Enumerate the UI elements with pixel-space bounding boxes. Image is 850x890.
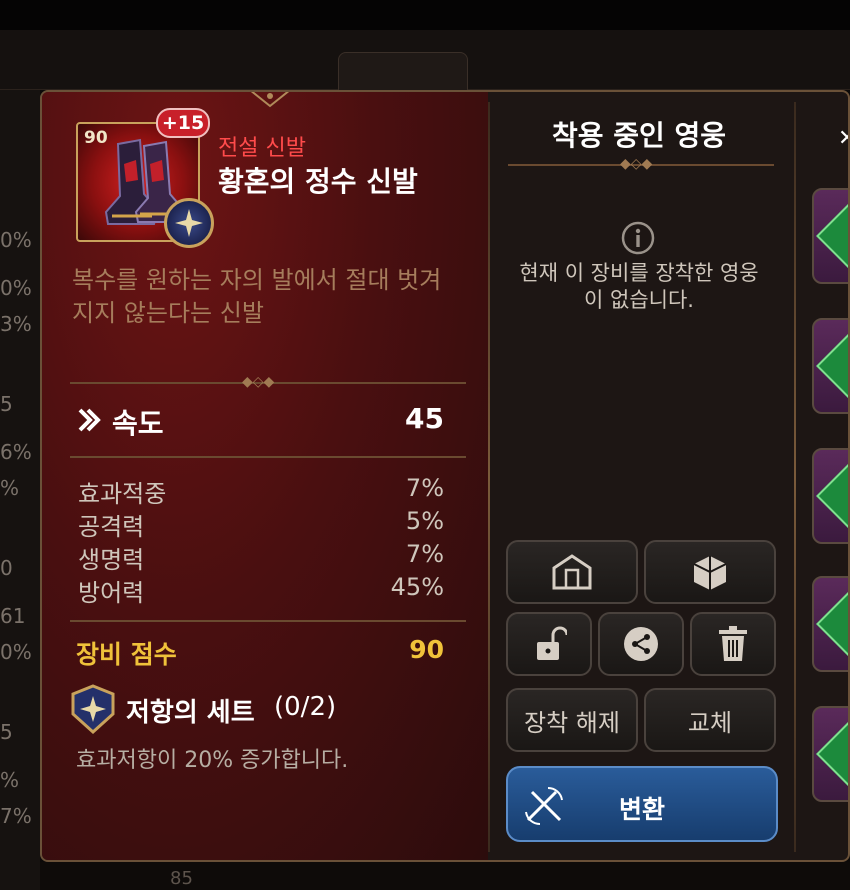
sub-stat-value: 7% [405, 474, 444, 502]
divider-ornament-icon: ◆◇◆ [242, 374, 275, 390]
set-name: 저항의 세트 [126, 698, 255, 728]
sub-stat-row: 생명력 7% [78, 540, 444, 574]
sub-stat-value: 7% [405, 540, 444, 568]
convert-button[interactable]: 변환 [506, 766, 778, 842]
bg-value: 5 [0, 720, 13, 744]
share-button[interactable] [598, 612, 684, 676]
inventory-slot[interactable] [812, 188, 848, 284]
bg-value: 0% [0, 228, 32, 252]
gem-icon [816, 720, 848, 788]
sub-stats-list: 효과적중 7% 공격력 5% 생명력 7% 방어력 45% [78, 474, 444, 607]
lock-storage-button[interactable] [506, 540, 638, 604]
top-bar-bg [0, 0, 850, 30]
inventory-slot[interactable] [812, 318, 848, 414]
unequip-button[interactable]: 장착 해제 [506, 688, 638, 752]
equipment-detail-panel: 90 +15 전설 신발 황혼의 정수 신발 복수를 원하는 자의 발에서 절대… [40, 90, 850, 862]
column-divider [488, 102, 490, 852]
bg-value: 0% [0, 640, 32, 664]
sub-stat-row: 방어력 45% [78, 573, 444, 607]
bg-value: 0 [0, 556, 13, 580]
bg-value: 6% [0, 440, 32, 464]
divider [70, 620, 466, 622]
lock-button[interactable] [506, 612, 592, 676]
delete-button[interactable] [690, 612, 776, 676]
divider [70, 456, 466, 458]
sub-stat-row: 효과적중 7% [78, 474, 444, 508]
gear-score-value: 90 [409, 635, 444, 664]
unlock-icon [537, 626, 567, 660]
resist-star-icon [175, 209, 203, 237]
left-stat-column: 0% 0% 3% 5 6% % 0 61 0% 5 % 7% [0, 90, 40, 890]
ornament-icon [250, 92, 290, 108]
enhance-badge: +15 [156, 108, 210, 138]
main-stat-value: 45 [405, 402, 444, 435]
bg-value: 5 [0, 392, 13, 416]
sub-stat-label: 생명력 [78, 546, 145, 574]
inventory-slot[interactable] [812, 576, 848, 672]
gear-score-label: 장비 점수 [76, 640, 177, 669]
inventory-slot[interactable] [812, 706, 848, 802]
trash-icon [719, 626, 747, 661]
sub-stat-value: 45% [390, 573, 444, 601]
set-description: 효과저항이 20% 증가합니다. [76, 748, 349, 773]
bg-value: % [0, 476, 20, 500]
storage-house-icon [552, 554, 592, 590]
cube-icon [693, 556, 727, 590]
inventory-slot[interactable] [812, 448, 848, 544]
bg-value: 0% [0, 276, 32, 300]
gem-icon [816, 332, 848, 400]
bottom-bg: 85 [40, 862, 850, 890]
extract-button[interactable] [644, 540, 776, 604]
divider-ornament-icon: ◆◇◆ [620, 156, 653, 172]
resist-set-icon [71, 684, 115, 734]
sub-stat-value: 5% [405, 507, 444, 535]
equipped-hero-title: 착용 중인 영웅 [551, 119, 727, 152]
set-count: (0/2) [274, 692, 337, 722]
bg-value: 3% [0, 312, 32, 336]
info-icon [621, 221, 655, 255]
unequip-label: 장착 해제 [524, 708, 620, 737]
gem-icon [816, 462, 848, 530]
gem-icon [816, 202, 848, 270]
share-icon [624, 627, 658, 661]
main-stat-label: 속도 [112, 407, 164, 440]
sub-stat-label: 공격력 [78, 513, 145, 541]
bg-value: 61 [0, 604, 26, 628]
sort-icon[interactable]: ✕ [838, 126, 848, 151]
sub-stat-label: 효과적중 [78, 480, 167, 508]
replace-label: 교체 [687, 708, 733, 737]
item-grade: 전설 신발 [218, 136, 306, 161]
gem-icon [816, 590, 848, 658]
no-hero-message: 현재 이 장비를 장착한 영웅이 없습니다. [519, 261, 759, 312]
column-divider [794, 102, 796, 852]
bg-value: 7% [0, 804, 32, 828]
item-description: 복수를 원하는 자의 발에서 절대 벗겨지지 않는다는 신발 [72, 266, 442, 327]
replace-button[interactable]: 교체 [644, 688, 776, 752]
speed-chevron-icon [78, 408, 101, 432]
item-name: 황혼의 정수 신발 [218, 165, 418, 198]
bg-bottom-text: 85 [170, 868, 193, 889]
bg-value: % [0, 768, 20, 792]
sub-stat-row: 공격력 5% [78, 507, 444, 541]
sub-stat-label: 방어력 [78, 579, 145, 607]
set-emblem-icon [164, 198, 214, 248]
item-info-section: 90 +15 전설 신발 황혼의 정수 신발 복수를 원하는 자의 발에서 절대… [42, 92, 488, 860]
convert-label: 변환 [618, 795, 665, 824]
